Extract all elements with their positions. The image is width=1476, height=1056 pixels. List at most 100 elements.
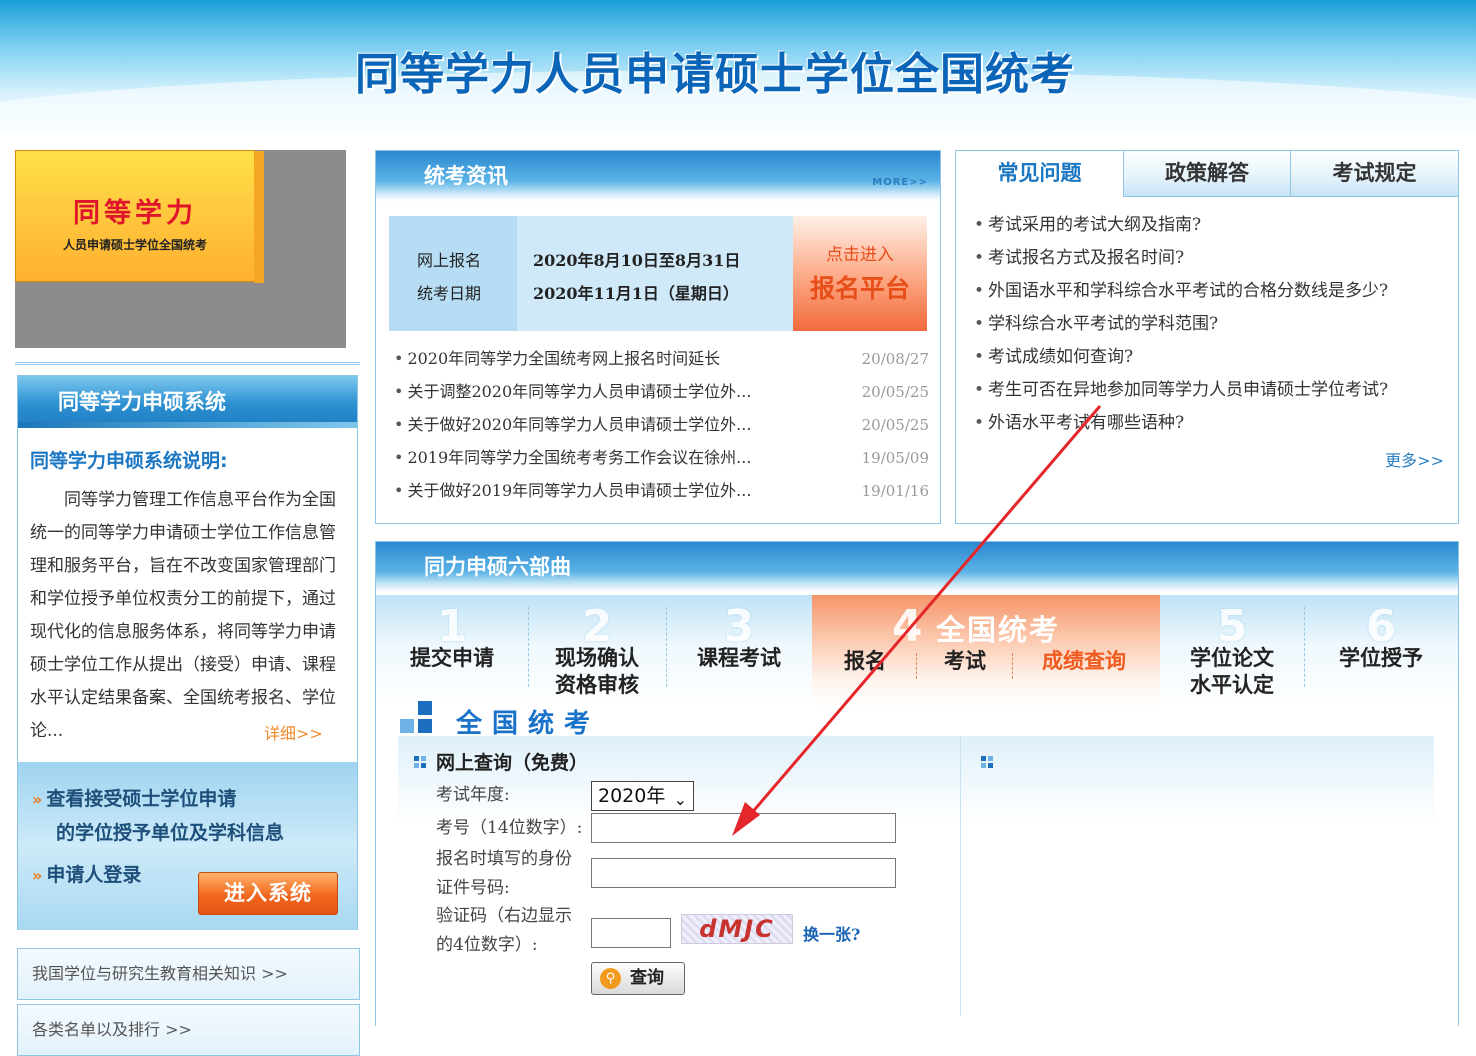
- university-info-link-2[interactable]: 的学位授予单位及学科信息: [56, 818, 284, 845]
- detail-link[interactable]: 详细>>: [264, 720, 323, 744]
- step-label: 学位论文 水平认定: [1190, 646, 1274, 697]
- header-banner: 同等学力人员申请硕士学位全国统考: [0, 0, 1476, 134]
- step-thesis[interactable]: 5 学位论文 水平认定: [1160, 595, 1304, 707]
- refresh-captcha-link[interactable]: 换一张?: [803, 921, 860, 945]
- university-info-link-line1: 查看接受硕士学位申请: [46, 788, 237, 810]
- tab-faq[interactable]: 常见问题: [956, 151, 1123, 197]
- side-link-knowledge[interactable]: 我国学位与研究生教育相关知识 >>: [17, 948, 360, 1000]
- logo-strip: [254, 151, 264, 283]
- applicant-login-link[interactable]: » 申请人登录: [32, 860, 141, 887]
- exam-number-input[interactable]: [591, 813, 896, 843]
- faq-question: 学科综合水平考试的学科范围?: [988, 314, 1219, 334]
- news-date: 20/05/25: [861, 416, 929, 434]
- faq-question: 考试成绩如何查询?: [988, 347, 1134, 367]
- logo-subtitle: 人员申请硕士学位全国统考: [62, 238, 207, 252]
- news-date: 19/05/09: [861, 449, 929, 467]
- substep-score-query[interactable]: 成绩查询: [1042, 645, 1126, 675]
- step-label: 现场确认 资格审核: [555, 646, 639, 697]
- query-button-label: 查询: [630, 968, 664, 988]
- faq-panel: 常见问题 政策解答 考试规定 • 考试采用的考试大纲及指南? • 考试报名方式及报名…: [955, 150, 1459, 524]
- logo-area: 同等学力 人员申请硕士学位全国统考: [15, 150, 346, 348]
- system-panel: 同等学力申硕系统 同等学力申硕系统说明: 同等学力管理工作信息平台作为全国统一的…: [17, 375, 358, 930]
- registration-platform-button[interactable]: 点击进入 报名平台: [793, 216, 927, 331]
- captcha-image: dMJC: [681, 914, 793, 944]
- national-exam-section-title: 全国统考: [398, 699, 618, 739]
- faq-item[interactable]: • 考试采用的考试大纲及指南?: [974, 210, 1201, 240]
- id-label-2: 证件号码:: [436, 878, 510, 898]
- query-button[interactable]: ⚲ 查询: [591, 962, 685, 995]
- square-decor-icon: [418, 701, 432, 715]
- news-title: 2020年同等学力全国统考网上报名时间延长: [407, 349, 721, 368]
- substep-divider: [916, 653, 917, 679]
- bullet-icon: •: [394, 349, 404, 368]
- id-number-input[interactable]: [591, 858, 896, 888]
- registration-labels: 网上报名 统考日期: [389, 216, 517, 331]
- substep-exam[interactable]: 考试: [944, 645, 986, 675]
- faq-item[interactable]: • 外语水平考试有哪些语种?: [974, 408, 1184, 438]
- tab-rules[interactable]: 考试规定: [1290, 151, 1458, 197]
- faq-tabs: 常见问题 政策解答 考试规定: [956, 151, 1458, 197]
- system-panel-header: 同等学力申硕系统: [18, 376, 357, 428]
- bullet-icon: •: [394, 448, 404, 467]
- step-label: 课程考试: [697, 646, 781, 670]
- double-chevron-icon: »: [32, 866, 43, 885]
- reg-date-exam: 2020年11月1日（星期日）: [533, 284, 739, 303]
- news-item[interactable]: • 关于做好2020年同等学力人员申请硕士学位外... 20/05/25: [394, 410, 929, 440]
- news-item[interactable]: • 关于做好2019年同等学力人员申请硕士学位外... 19/01/16: [394, 476, 929, 506]
- faq-item[interactable]: • 外国语水平和学科综合水平考试的合格分数线是多少?: [974, 276, 1388, 306]
- faq-more-link[interactable]: 更多>>: [1385, 447, 1444, 471]
- query-panel: 网上查询（免费） 考试年度: 2020年 ⌄ 考号（14位数字）: 报名时填写的身…: [398, 736, 1434, 1027]
- online-query-form: 网上查询（免费） 考试年度: 2020年 ⌄ 考号（14位数字）: 报名时填写的身…: [398, 736, 961, 1016]
- step-confirm[interactable]: 2 现场确认 资格审核: [528, 595, 666, 707]
- faq-question: 考试报名方式及报名时间?: [988, 248, 1185, 268]
- news-title: 关于调整2020年同等学力人员申请硕士学位外...: [407, 382, 752, 401]
- logo-title: 同等学力: [73, 198, 197, 229]
- side-link-ranking[interactable]: 各类名单以及排行 >>: [17, 1004, 360, 1056]
- small-square-icon: [414, 756, 426, 768]
- registration-dates: 2020年8月10日至8月31日 2020年11月1日（星期日）: [533, 244, 740, 310]
- faq-item[interactable]: • 考试报名方式及报名时间?: [974, 243, 1184, 273]
- step-course-exam[interactable]: 3 课程考试: [666, 595, 812, 707]
- news-item[interactable]: • 2019年同等学力全国统考考务工作会议在徐州... 19/05/09: [394, 443, 929, 473]
- registration-enter-big: 报名平台: [809, 274, 910, 303]
- search-icon: ⚲: [600, 968, 621, 989]
- system-desc-title: 同等学力申硕系统说明:: [30, 450, 228, 472]
- news-more-link[interactable]: MORE>>: [872, 177, 928, 188]
- faq-item[interactable]: • 考生可否在异地参加同等学力人员申请硕士学位考试?: [974, 375, 1388, 405]
- step-national-exam[interactable]: 4 全国统考 报名 考试 成绩查询: [812, 595, 1160, 707]
- year-select-value: 2020年: [598, 785, 666, 807]
- step-degree[interactable]: 6 学位授予: [1304, 595, 1458, 707]
- six-steps-header: 同力申硕六部曲: [376, 542, 1458, 592]
- section-title-text: 全国统考: [456, 709, 601, 739]
- news-date: 20/08/27: [861, 350, 929, 368]
- tab-policy[interactable]: 政策解答: [1123, 151, 1290, 197]
- news-item[interactable]: • 关于调整2020年同等学力人员申请硕士学位外... 20/05/25: [394, 377, 929, 407]
- bullet-icon: •: [974, 248, 985, 268]
- applicant-login-label: 申请人登录: [46, 864, 142, 886]
- faq-item[interactable]: • 考试成绩如何查询?: [974, 342, 1133, 372]
- step-label: 学位授予: [1339, 646, 1423, 670]
- step-label: 提交申请: [410, 646, 494, 670]
- year-select[interactable]: 2020年 ⌄: [591, 781, 694, 811]
- captcha-input[interactable]: [591, 918, 671, 948]
- substep-divider: [1012, 653, 1013, 679]
- logo-card[interactable]: 同等学力 人员申请硕士学位全国统考: [15, 150, 264, 283]
- news-item[interactable]: • 2020年同等学力全国统考网上报名时间延长 20/08/27: [394, 344, 929, 374]
- faq-item[interactable]: • 学科综合水平考试的学科范围?: [974, 309, 1218, 339]
- news-title: 关于做好2020年同等学力人员申请硕士学位外...: [407, 415, 752, 434]
- news-date: 19/01/16: [861, 482, 929, 500]
- divider: [15, 362, 360, 365]
- enter-system-button[interactable]: 进入系统: [198, 872, 338, 915]
- substep-register[interactable]: 报名: [844, 645, 886, 675]
- query-title: 网上查询（免费）: [436, 752, 589, 774]
- year-label: 考试年度:: [436, 785, 510, 805]
- university-info-link[interactable]: » 查看接受硕士学位申请: [32, 784, 236, 811]
- faq-question: 考生可否在异地参加同等学力人员申请硕士学位考试?: [988, 380, 1389, 400]
- reg-label-online: 网上报名: [417, 251, 482, 270]
- site-title: 同等学力人员申请硕士学位全国统考: [355, 49, 1075, 100]
- bullet-icon: •: [974, 215, 985, 235]
- exam-number-label: 考号（14位数字）:: [436, 818, 583, 838]
- step-submit[interactable]: 1 提交申请: [376, 595, 528, 707]
- id-label-1: 报名时填写的身份: [436, 849, 572, 869]
- captcha-label-2: 的4位数字）:: [436, 935, 538, 955]
